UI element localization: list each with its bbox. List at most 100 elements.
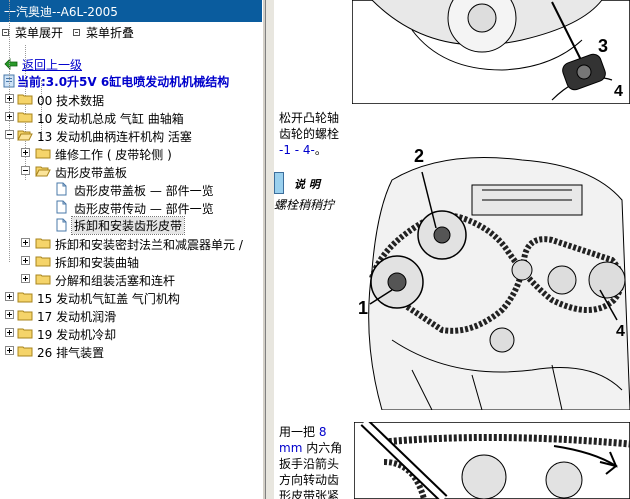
tree-item-label: 00 技术数据 xyxy=(37,94,105,108)
expand-toggle-icon[interactable] xyxy=(5,94,14,103)
folder-icon xyxy=(35,148,51,159)
tree-item-label: 13 发动机曲柄连杆机构 活塞 xyxy=(37,130,192,144)
callout-3: 3 xyxy=(598,36,608,56)
collapse-icon xyxy=(73,28,81,36)
step1-end: 。 xyxy=(314,143,327,157)
folder-icon xyxy=(17,292,33,303)
menu-bar: 菜单展开 菜单折叠 xyxy=(0,22,262,42)
tree-item-label: 17 发动机润滑 xyxy=(37,310,117,324)
tree-item-label: 分解和组装活塞和连杆 xyxy=(55,274,176,288)
folder-icon xyxy=(35,256,51,267)
tree-item-label: 19 发动机冷却 xyxy=(37,328,117,342)
tree-item-crankshaft[interactable]: 拆卸和安装曲轴 xyxy=(0,252,262,270)
tree-item-label: 齿形皮带传动 — 部件一览 xyxy=(74,202,214,216)
tree-item-17[interactable]: 17 发动机润滑 xyxy=(0,306,262,324)
collapse-toggle-icon[interactable] xyxy=(21,166,30,175)
illustration-timing-belt-engine: 2 1 4 xyxy=(352,140,630,410)
back-link-label: 返回上一级 xyxy=(22,57,83,72)
folder-icon xyxy=(17,328,33,339)
tree-item-00[interactable]: 00 技术数据 xyxy=(0,90,262,108)
expand-menu-button[interactable]: 菜单展开 xyxy=(2,25,64,40)
callout-1: 1 xyxy=(358,298,368,318)
tree-item-label: 15 发动机气缸盖 气门机构 xyxy=(37,292,180,306)
collapse-toggle-icon[interactable] xyxy=(5,130,14,139)
tree-item-label: 10 发动机总成 气缸 曲轴箱 xyxy=(37,112,184,126)
tree-item-label: 拆卸和安装密封法兰和减震器单元 / xyxy=(55,238,243,252)
folder-icon xyxy=(17,112,33,123)
expand-toggle-icon[interactable] xyxy=(21,274,30,283)
tree-item-19[interactable]: 19 发动机冷却 xyxy=(0,324,262,342)
expand-toggle-icon[interactable] xyxy=(21,256,30,265)
expand-toggle-icon[interactable] xyxy=(5,346,14,355)
tree-item-label: 齿形皮带盖板 — 部件一览 xyxy=(74,184,214,198)
back-arrow-icon xyxy=(4,58,18,70)
expand-toggle-icon[interactable] xyxy=(21,148,30,157)
collapse-menu-button[interactable]: 菜单折叠 xyxy=(73,25,135,40)
expand-menu-label: 菜单展开 xyxy=(15,25,64,40)
tree-item-label: 拆卸和安装曲轴 xyxy=(55,256,140,270)
step2-line3: 扳手沿箭头 xyxy=(279,457,340,471)
help-viewer-window: 一汽奥迪--A6L-2005 菜单展开 菜单折叠 返回上一级 当前:3.0升5V… xyxy=(0,0,630,499)
tree-item-cover-parts[interactable]: 齿形皮带盖板 — 部件一览 xyxy=(0,180,262,198)
current-location-label: 当前:3.0升5V 6缸电喷发动机机械结构 xyxy=(17,74,230,89)
step1-refs-line: -1 - 4-。 xyxy=(279,142,327,158)
tree-item-timing-belt-cover[interactable]: 齿形皮带盖板 xyxy=(0,162,262,180)
folder-icon xyxy=(35,274,51,285)
tree-item-26[interactable]: 26 排气装置 xyxy=(0,342,262,360)
collapse-menu-label: 菜单折叠 xyxy=(86,25,135,40)
expand-toggle-icon[interactable] xyxy=(21,238,30,247)
tree-item-15[interactable]: 15 发动机气缸盖 气门机构 xyxy=(0,288,262,306)
current-location: 当前:3.0升5V 6缸电喷发动机机械结构 xyxy=(0,72,262,90)
step2-line1: 用一把 8 xyxy=(279,424,326,440)
folder-icon xyxy=(17,94,33,105)
note-text: 螺栓稍稍拧 xyxy=(274,198,335,212)
expand-toggle-icon[interactable] xyxy=(5,310,14,319)
tree-item-13[interactable]: 13 发动机曲柄连杆机构 活塞 xyxy=(0,126,262,144)
open-folder-icon xyxy=(17,130,33,141)
tree-item-remove-install-belt[interactable]: 拆卸和安装齿形皮带 xyxy=(0,216,262,235)
illustration-tensioner-tool xyxy=(354,422,630,499)
step1-refs[interactable]: -1 - 4- xyxy=(279,143,315,157)
page-icon xyxy=(56,218,67,232)
tree-item-label-selected: 拆卸和安装齿形皮带 xyxy=(70,216,186,235)
step1-line2: 齿轮的螺栓 xyxy=(279,127,340,141)
expand-toggle-icon[interactable] xyxy=(5,112,14,121)
tree-item-maintenance[interactable]: 维修工作 ( 皮带轮侧 ) xyxy=(0,144,262,162)
content-pane: 3 4 松开凸轮轴 齿轮的螺栓 -1 - 4-。 说 明 螺栓稍稍拧 2 1 4… xyxy=(274,0,630,499)
folder-icon xyxy=(17,346,33,357)
open-folder-icon xyxy=(35,166,51,177)
page-icon xyxy=(56,200,67,214)
back-link[interactable]: 返回上一级 xyxy=(0,56,262,72)
tree-item-10[interactable]: 10 发动机总成 气缸 曲轴箱 xyxy=(0,108,262,126)
note-icon xyxy=(274,172,284,194)
step2-text-a: 用一把 xyxy=(279,425,316,439)
page-icon xyxy=(56,182,67,196)
note-label: 说 明 xyxy=(294,178,320,191)
window-title: 一汽奥迪--A6L-2005 xyxy=(0,0,262,22)
tree-item-piston-rod[interactable]: 分解和组装活塞和连杆 xyxy=(0,270,262,288)
step2-line2: mm 内六角 xyxy=(279,440,342,456)
step1-line1: 松开凸轮轴 xyxy=(279,111,340,125)
tree-item-label: 维修工作 ( 皮带轮侧 ) xyxy=(55,148,172,162)
illustration-camshaft-tool: 3 4 xyxy=(352,0,630,104)
step2-text-b: 内六角 xyxy=(306,441,343,455)
tree-item-label: 齿形皮带盖板 xyxy=(55,166,128,180)
callout-2: 2 xyxy=(414,146,424,166)
step2-size: 8 xyxy=(318,425,327,439)
expand-toggle-icon[interactable] xyxy=(5,328,14,337)
callout-4: 4 xyxy=(614,83,623,100)
tree-item-label: 26 排气装置 xyxy=(37,346,105,360)
tree-item-seal-flange[interactable]: 拆卸和安装密封法兰和减震器单元 / xyxy=(0,234,262,252)
step2-line4: 方向转动齿 xyxy=(279,473,340,487)
folder-icon xyxy=(35,238,51,249)
step2-unit: mm xyxy=(279,441,303,455)
step2-line5: 形皮带张紧 xyxy=(279,489,340,499)
expand-toggle-icon[interactable] xyxy=(5,292,14,301)
expand-icon xyxy=(2,28,9,36)
folder-icon xyxy=(17,310,33,321)
chapter-tree: 00 技术数据 10 发动机总成 气缸 曲轴箱 13 发动机曲柄连杆机构 活塞 … xyxy=(0,0,262,360)
tree-item-drive-parts[interactable]: 齿形皮带传动 — 部件一览 xyxy=(0,198,262,216)
content-scrollbar[interactable] xyxy=(266,0,274,499)
callout-4-mid: 4 xyxy=(616,323,625,340)
navigation-pane: 一汽奥迪--A6L-2005 菜单展开 菜单折叠 返回上一级 当前:3.0升5V… xyxy=(0,0,262,499)
